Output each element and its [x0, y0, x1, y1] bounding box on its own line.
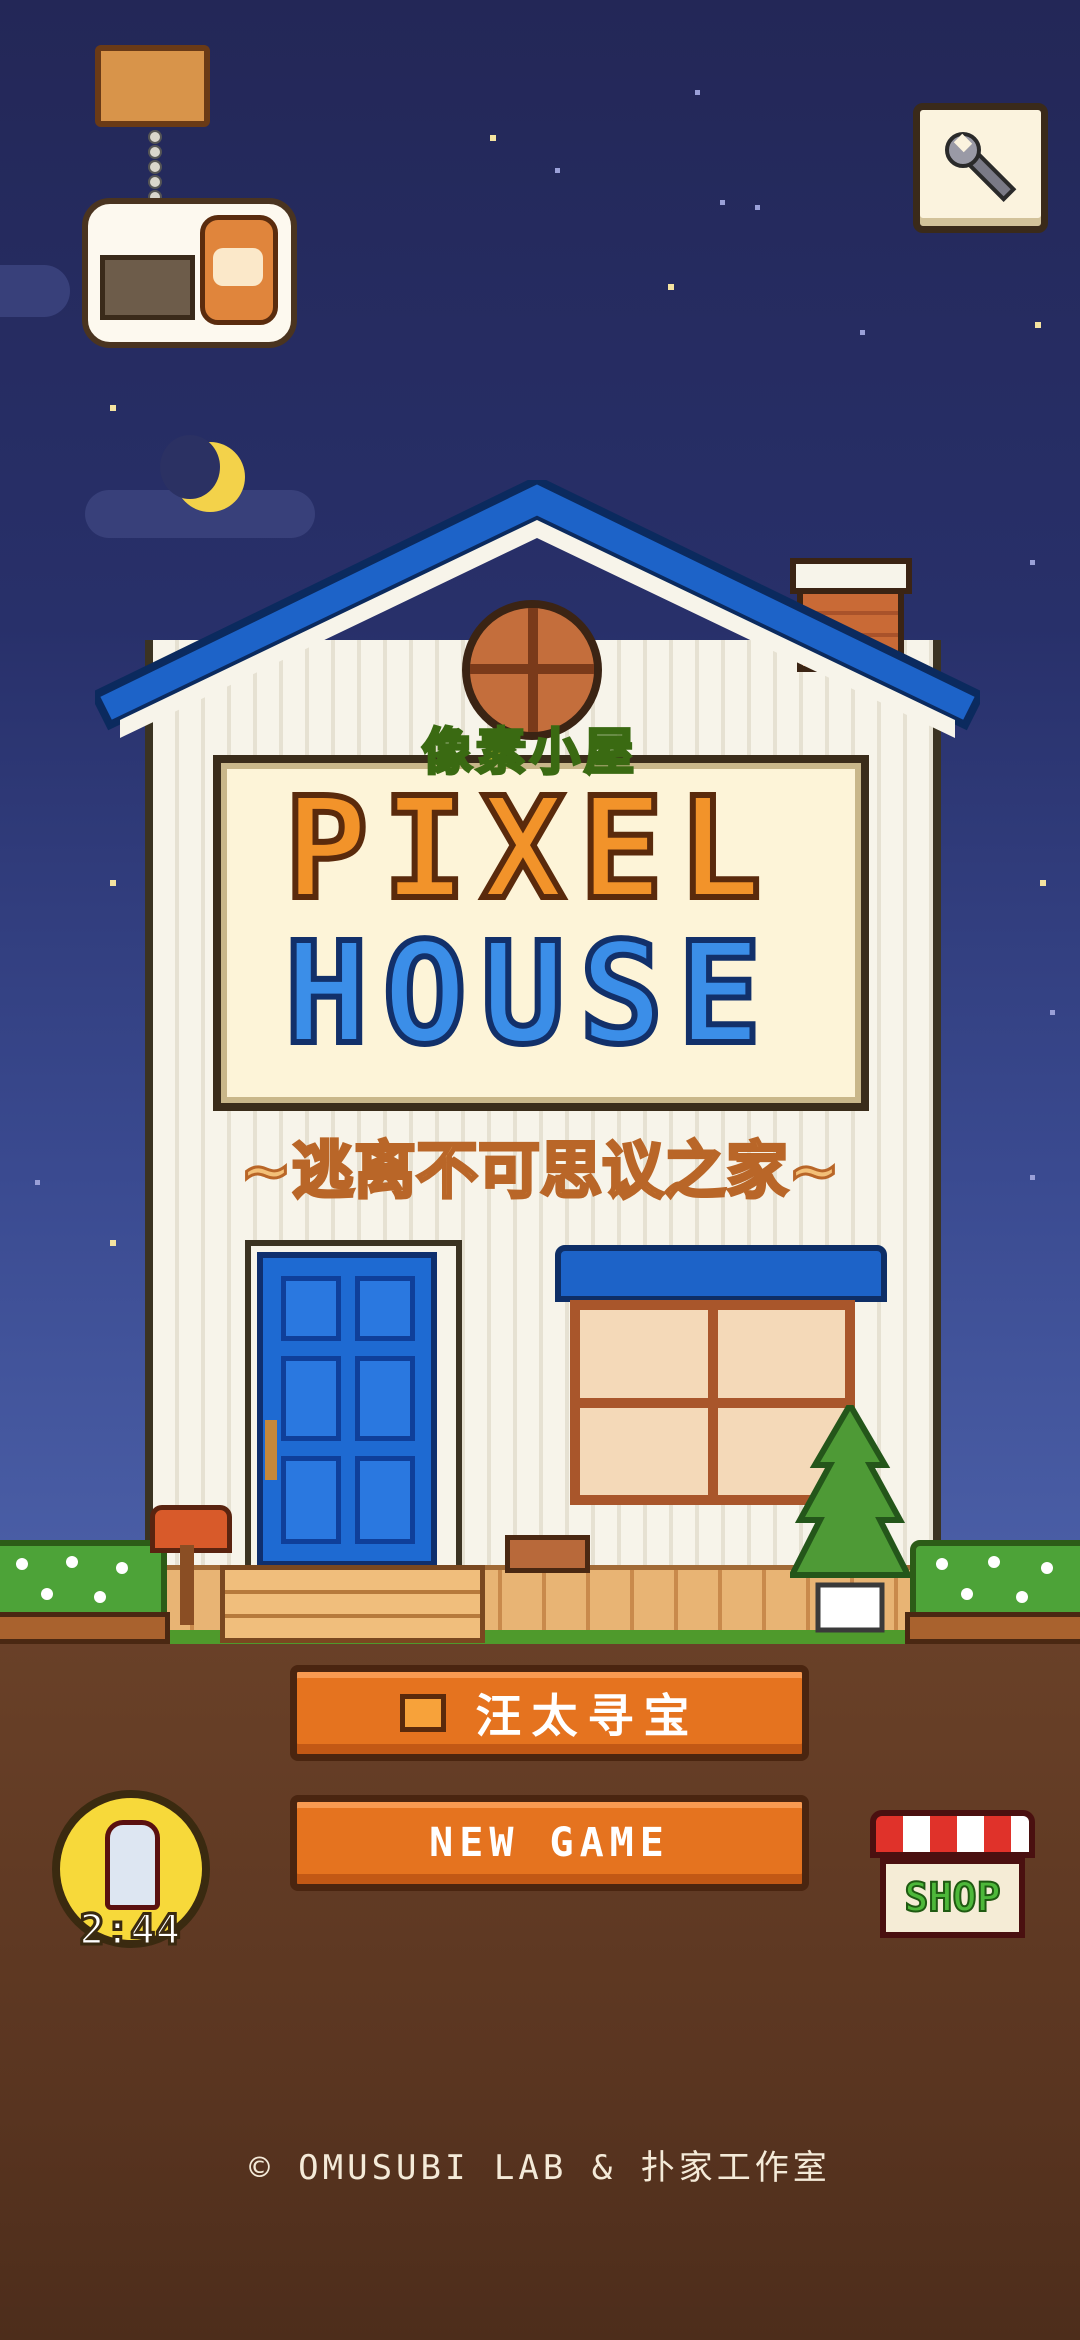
wooden-plaque: [95, 45, 210, 127]
front-door: [257, 1252, 437, 1567]
shop-stall-icon: [870, 1810, 1035, 1858]
treasure-chest-icon: [399, 1694, 446, 1732]
wrench-icon: [944, 132, 1016, 202]
gacha-timer: 2:44: [78, 1904, 182, 1956]
title-pixel: PIXEL: [281, 768, 776, 931]
gacha-machine-icon: [105, 1820, 160, 1910]
treasure-hunt-label: 汪太寻宝: [475, 1689, 700, 1743]
flower-pot: [505, 1535, 590, 1573]
potted-tree: [790, 1405, 910, 1633]
shop-button[interactable]: SHOP: [870, 1810, 1035, 1940]
door-knob: [265, 1420, 277, 1480]
cart-icon: [100, 255, 195, 320]
new-game-label: NEW GAME: [429, 1820, 670, 1866]
settings-button[interactable]: [913, 103, 1048, 233]
window-awning: [555, 1245, 887, 1302]
title-house: HOUSE: [281, 913, 776, 1076]
shop-label: SHOP: [903, 1874, 1001, 1922]
game-subtitle: ~逃离不可思议之家~: [239, 1133, 842, 1209]
front-steps: [220, 1565, 485, 1643]
new-game-button[interactable]: NEW GAME: [290, 1795, 809, 1891]
copyright-text: © OMUSUBI LAB & 扑家工作室: [249, 2148, 831, 2188]
treasure-hunt-button[interactable]: 汪太寻宝: [290, 1665, 809, 1761]
